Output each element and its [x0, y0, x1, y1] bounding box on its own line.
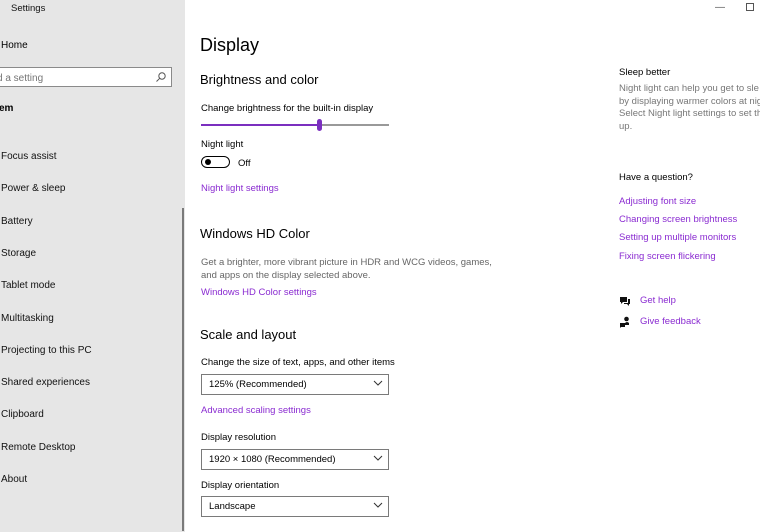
give-feedback-link[interactable]: Give feedback — [640, 316, 701, 327]
hd-color-settings-link[interactable]: Windows HD Color settings — [201, 287, 317, 298]
chevron-down-icon — [373, 500, 383, 513]
sidebar-item-clipboard[interactable]: Clipboard — [1, 409, 44, 420]
sidebar-item-power-sleep[interactable]: Power & sleep — [1, 183, 65, 194]
brightness-label: Change brightness for the built-in displ… — [201, 103, 374, 114]
night-light-label: Night light — [201, 139, 244, 150]
night-light-toggle[interactable] — [201, 156, 230, 168]
help-link-screen-brightness[interactable]: Changing screen brightness — [619, 214, 737, 225]
sleep-better-description: Night light can help you get to sle by d… — [619, 83, 760, 132]
hd-color-description-line2: and apps on the display selected above. — [201, 270, 371, 281]
feedback-icon[interactable] — [619, 315, 631, 333]
night-light-state: Off — [238, 158, 251, 169]
search-icon[interactable] — [155, 70, 167, 88]
sidebar-item-tablet-mode[interactable]: Tablet mode — [1, 280, 55, 291]
sidebar-item-storage[interactable]: Storage — [1, 248, 36, 259]
brightness-slider-fill — [201, 124, 319, 126]
text-size-value: 125% (Recommended) — [209, 379, 307, 390]
hd-color-description-line1: Get a brighter, more vibrant picture in … — [201, 257, 492, 268]
sidebar-scrollbar[interactable] — [182, 208, 184, 531]
help-link-screen-flickering[interactable]: Fixing screen flickering — [619, 251, 716, 262]
sidebar-item-home[interactable]: Home — [1, 40, 28, 51]
resolution-value: 1920 × 1080 (Recommended) — [209, 454, 336, 465]
sidebar-item-focus-assist[interactable]: Focus assist — [1, 151, 57, 162]
section-brightness-heading: Brightness and color — [200, 72, 319, 87]
search-box[interactable] — [0, 67, 172, 88]
orientation-value: Landscape — [209, 501, 256, 512]
night-light-toggle-knob — [205, 159, 211, 165]
text-size-dropdown[interactable]: 125% (Recommended) — [201, 374, 389, 395]
sidebar-item-about[interactable]: About — [1, 474, 27, 485]
orientation-label: Display orientation — [201, 480, 280, 491]
page-title: Display — [200, 35, 260, 55]
hd-color-description: Get a brighter, more vibrant picture in … — [201, 256, 501, 282]
sidebar-item-projecting[interactable]: Projecting to this PC — [1, 345, 92, 356]
get-help-icon[interactable] — [619, 294, 631, 312]
sleep-better-heading: Sleep better — [619, 67, 671, 78]
sidebar: Settings Home em Focus assist Power & sl… — [0, 0, 185, 532]
sidebar-item-shared-experiences[interactable]: Shared experiences — [1, 377, 90, 388]
section-hd-color-heading: Windows HD Color — [200, 226, 310, 241]
have-a-question-heading: Have a question? — [619, 172, 693, 183]
help-link-font-size[interactable]: Adjusting font size — [619, 196, 696, 207]
resolution-label: Display resolution — [201, 432, 276, 443]
brightness-slider-thumb[interactable] — [317, 119, 322, 131]
window-title: Settings — [11, 3, 46, 14]
minimize-button[interactable]: — — [715, 2, 725, 13]
sidebar-item-remote-desktop[interactable]: Remote Desktop — [1, 442, 75, 453]
night-light-settings-link[interactable]: Night light settings — [201, 183, 279, 194]
brightness-slider[interactable] — [201, 119, 389, 131]
search-input[interactable] — [0, 69, 147, 88]
get-help-link[interactable]: Get help — [640, 295, 676, 306]
sidebar-item-multitasking[interactable]: Multitasking — [1, 313, 54, 324]
sidebar-group-system: em — [0, 103, 14, 114]
resolution-dropdown[interactable]: 1920 × 1080 (Recommended) — [201, 449, 389, 470]
maximize-button[interactable] — [746, 3, 754, 11]
help-link-multiple-monitors[interactable]: Setting up multiple monitors — [619, 232, 736, 243]
section-scale-heading: Scale and layout — [200, 327, 297, 342]
sidebar-item-battery[interactable]: Battery — [1, 216, 33, 227]
orientation-dropdown[interactable]: Landscape — [201, 496, 389, 517]
chevron-down-icon — [373, 453, 383, 466]
chevron-down-icon — [373, 378, 383, 391]
text-size-label: Change the size of text, apps, and other… — [201, 357, 395, 368]
advanced-scaling-link[interactable]: Advanced scaling settings — [201, 405, 311, 416]
